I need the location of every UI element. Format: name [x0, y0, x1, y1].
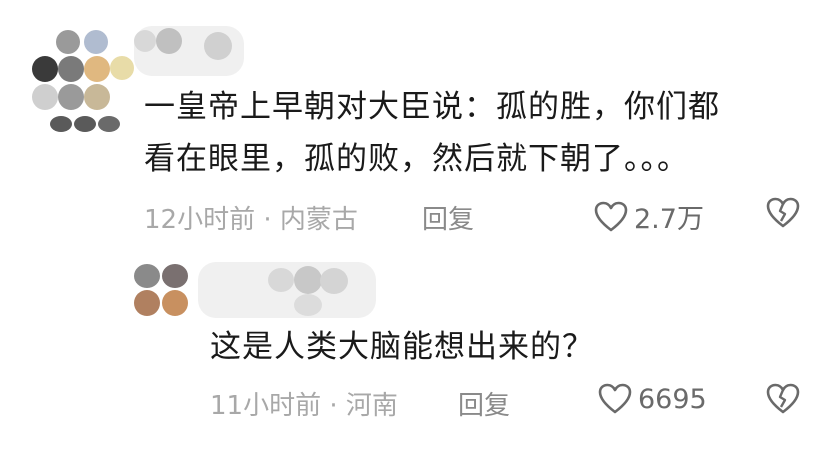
- comment-text-line: 看在眼里，孤的败，然后就下朝了。。。: [144, 141, 689, 177]
- reply-button[interactable]: 回复: [422, 199, 474, 236]
- avatar[interactable]: [132, 262, 196, 318]
- username[interactable]: [198, 262, 376, 318]
- comment-text: 一皇帝上早朝对大臣说：孤的胜，你们都 看在眼里，孤的败，然后就下朝了。。。: [144, 81, 720, 185]
- comment-meta: 11小时前 · 河南: [210, 391, 398, 421]
- like-button[interactable]: 6695: [598, 383, 707, 415]
- comment-meta: 12小时前 · 内蒙古: [144, 205, 358, 235]
- broken-heart-icon[interactable]: [766, 383, 800, 415]
- comment-thread: 一皇帝上早朝对大臣说：孤的胜，你们都 看在眼里，孤的败，然后就下朝了。。。 12…: [0, 0, 828, 451]
- like-button[interactable]: 2.7万: [594, 197, 704, 236]
- like-count: 2.7万: [634, 204, 704, 235]
- broken-heart-icon[interactable]: [766, 197, 800, 229]
- heart-outline-icon: [598, 383, 632, 415]
- heart-outline-icon: [594, 201, 628, 233]
- username[interactable]: [134, 26, 244, 76]
- reply-button[interactable]: 回复: [458, 385, 510, 422]
- comment-text: 这是人类大脑能想出来的？: [210, 329, 594, 365]
- like-count: 6695: [638, 383, 707, 415]
- comment-text-line: 一皇帝上早朝对大臣说：孤的胜，你们都: [144, 89, 720, 125]
- avatar[interactable]: [28, 26, 138, 136]
